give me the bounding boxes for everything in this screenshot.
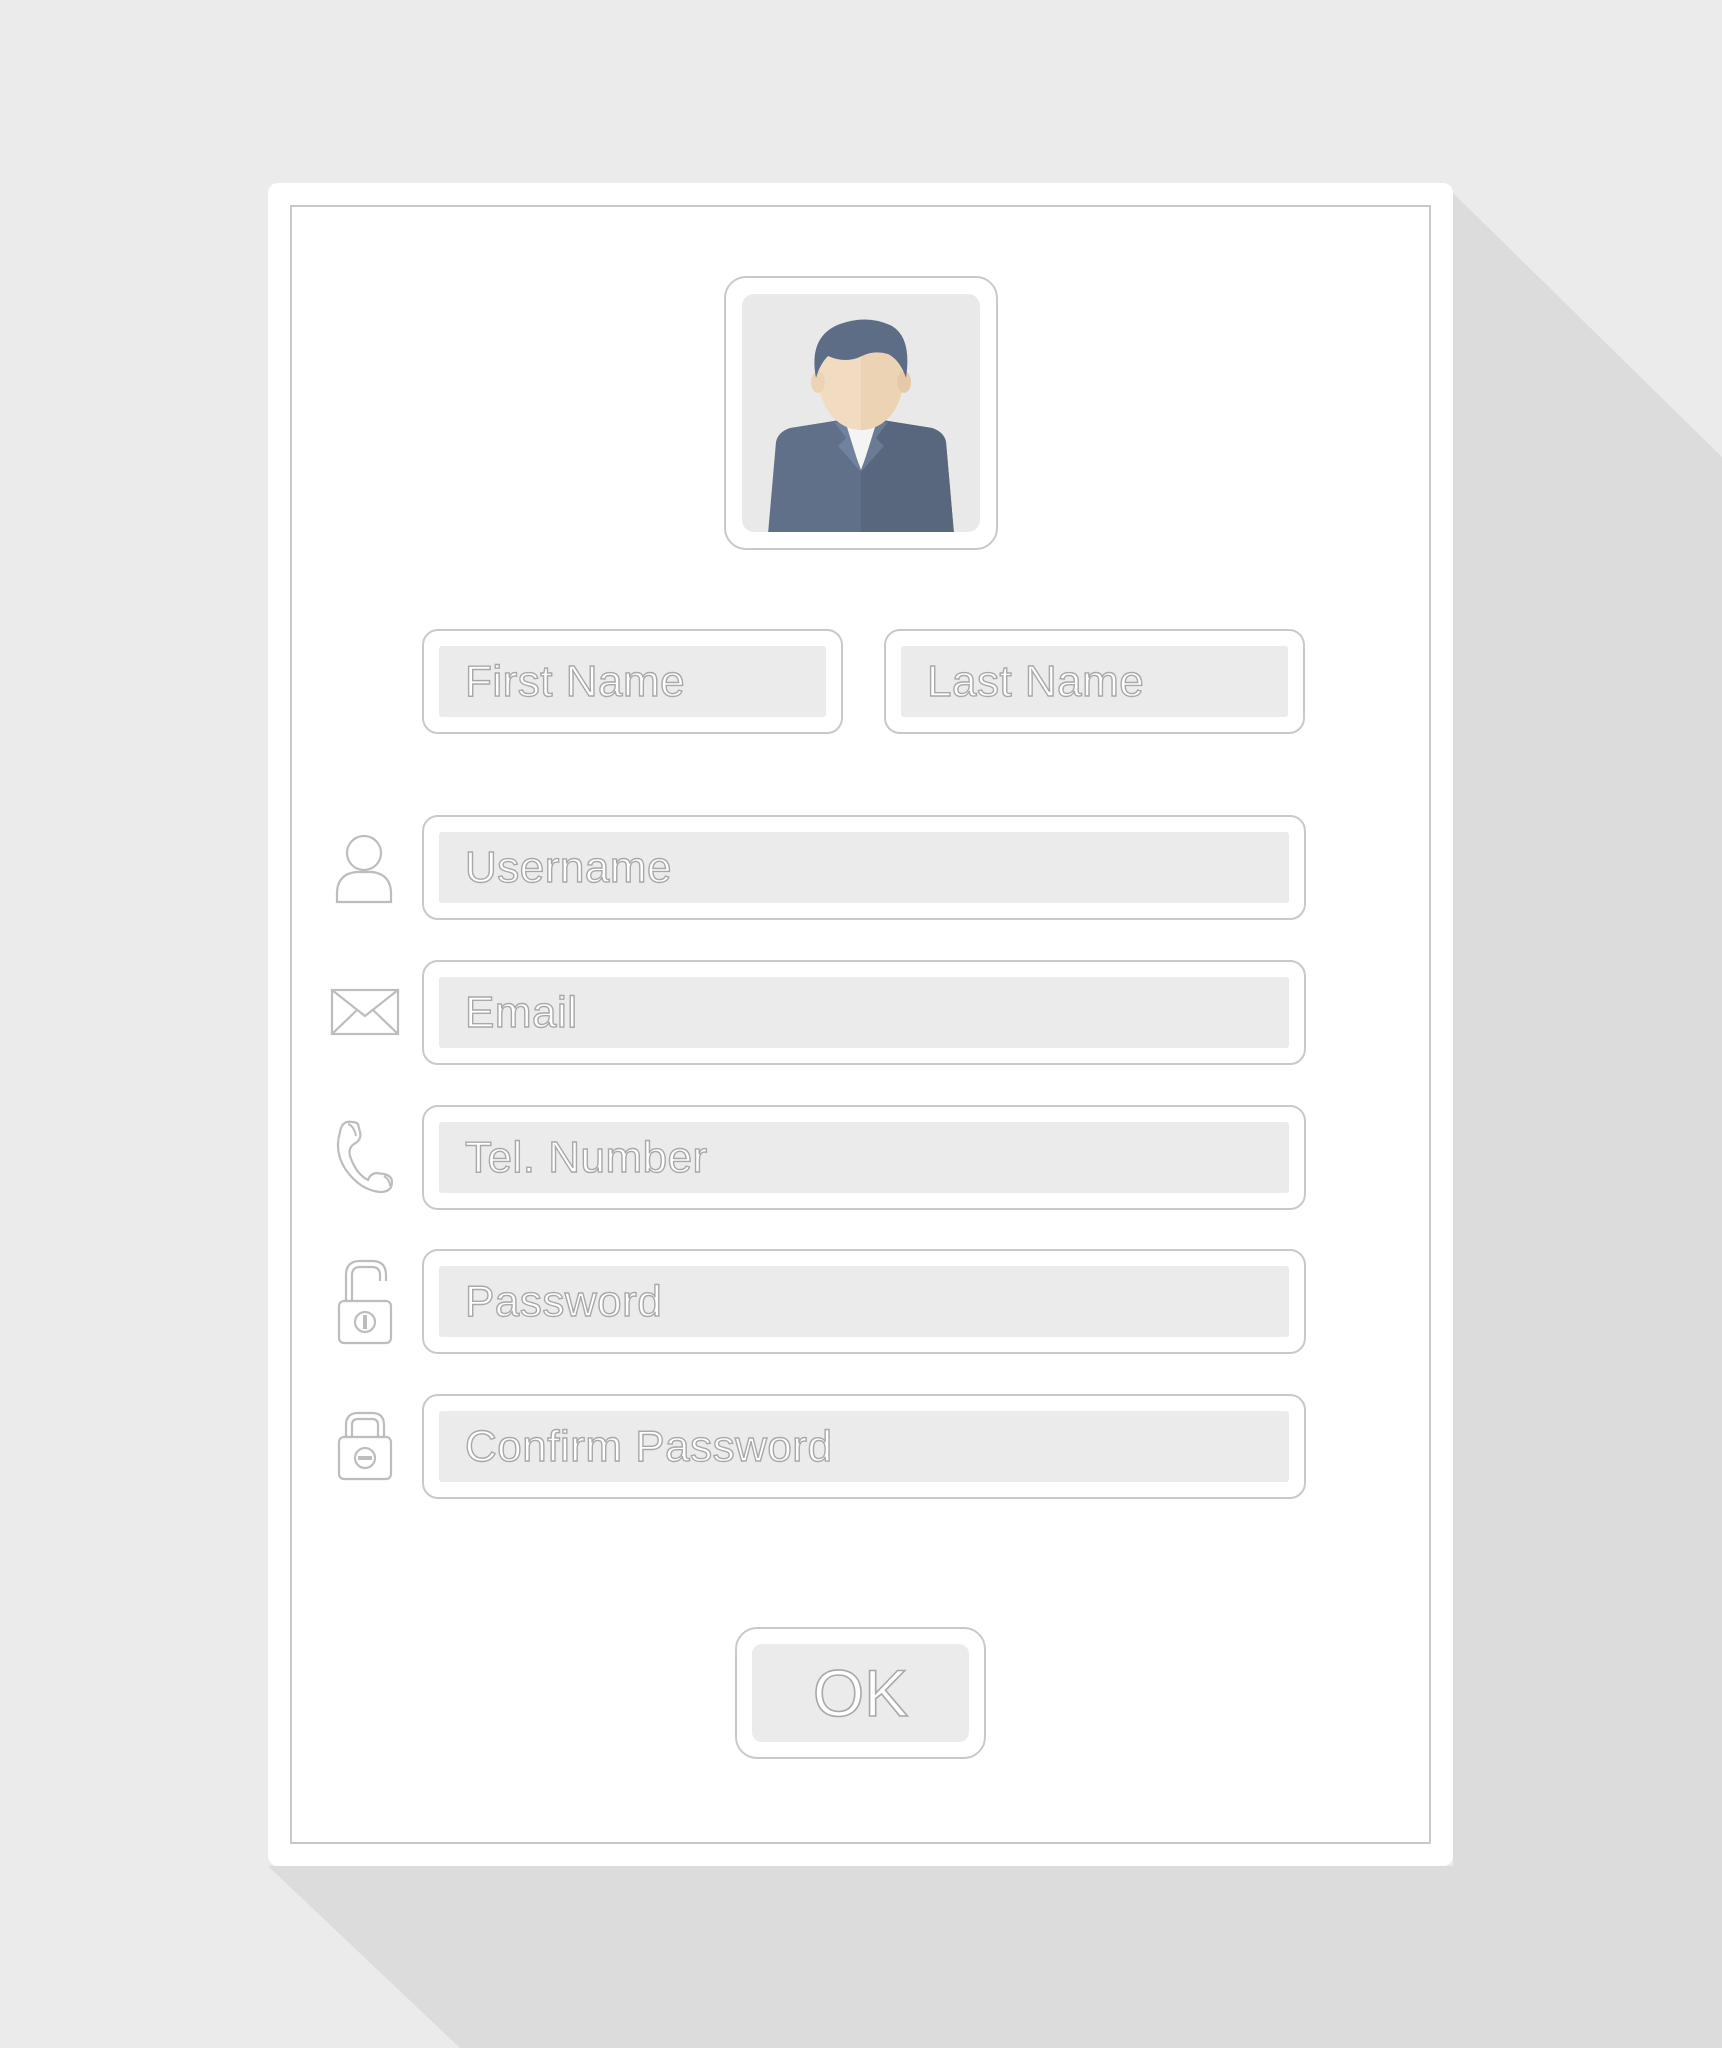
email-field[interactable]: Email: [422, 960, 1306, 1065]
first-name-field[interactable]: First Name: [422, 629, 843, 734]
ok-button-label: OK: [812, 1655, 909, 1731]
email-placeholder: Email: [464, 987, 578, 1037]
username-placeholder: Username: [464, 842, 672, 892]
phone-input[interactable]: Tel. Number: [439, 1122, 1289, 1193]
phone-field[interactable]: Tel. Number: [422, 1105, 1306, 1210]
first-name-input[interactable]: First Name: [439, 646, 826, 717]
last-name-placeholder: Last Name: [926, 656, 1145, 706]
unlocked-padlock-icon: [337, 1259, 393, 1345]
last-name-field[interactable]: Last Name: [884, 629, 1305, 734]
confirm-password-placeholder: Confirm Password: [464, 1421, 833, 1471]
envelope-icon: [330, 988, 400, 1036]
username-field[interactable]: Username: [422, 815, 1306, 920]
password-input[interactable]: Password: [439, 1266, 1289, 1337]
first-name-placeholder: First Name: [464, 656, 686, 706]
confirm-password-input[interactable]: Confirm Password: [439, 1411, 1289, 1482]
user-icon: [335, 834, 393, 904]
avatar: [742, 294, 980, 532]
confirm-password-field[interactable]: Confirm Password: [422, 1394, 1306, 1499]
password-field[interactable]: Password: [422, 1249, 1306, 1354]
locked-padlock-icon: [337, 1411, 393, 1481]
ok-button[interactable]: OK: [735, 1627, 986, 1759]
email-input[interactable]: Email: [439, 977, 1289, 1048]
ok-button-face[interactable]: OK: [752, 1644, 969, 1742]
username-input[interactable]: Username: [439, 832, 1289, 903]
businessman-avatar-icon: [768, 319, 954, 532]
phone-icon: [336, 1120, 394, 1194]
last-name-input[interactable]: Last Name: [901, 646, 1288, 717]
profile-photo[interactable]: [724, 276, 998, 550]
phone-placeholder: Tel. Number: [464, 1132, 708, 1182]
password-placeholder: Password: [464, 1276, 663, 1326]
